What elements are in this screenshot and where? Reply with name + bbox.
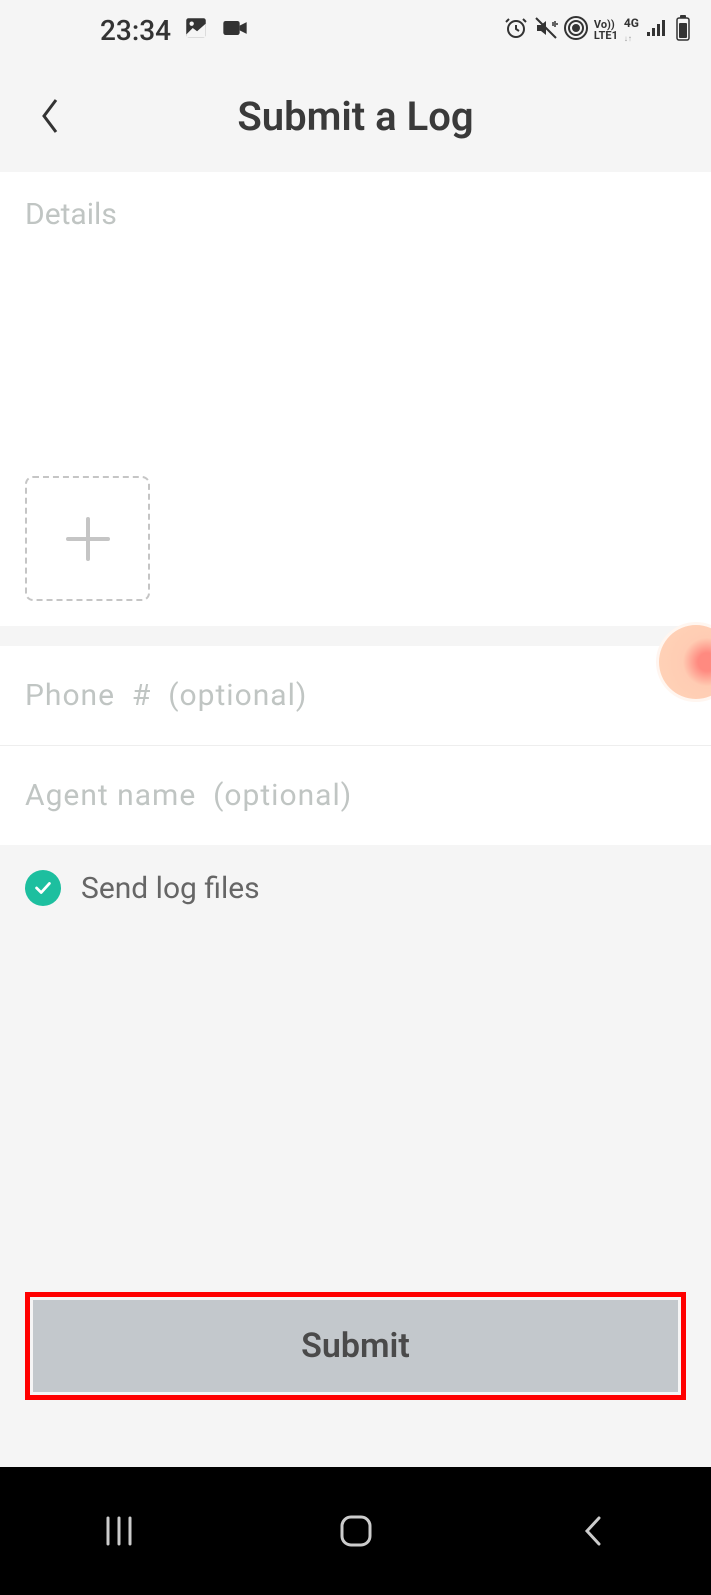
status-right: Vo))LTE1 4G↓↑ bbox=[504, 15, 691, 45]
video-icon bbox=[221, 15, 249, 45]
add-attachment-button[interactable] bbox=[25, 476, 150, 601]
section-divider bbox=[0, 626, 711, 646]
recents-button[interactable] bbox=[89, 1501, 149, 1561]
submit-button[interactable]: Submit bbox=[33, 1300, 678, 1392]
checkmark-icon bbox=[25, 870, 61, 906]
back-button[interactable] bbox=[30, 96, 70, 136]
send-logs-row[interactable]: Send log files bbox=[0, 845, 711, 931]
network-4g-icon: 4G↓↑ bbox=[624, 16, 639, 44]
image-icon bbox=[183, 15, 209, 45]
status-time: 23:34 bbox=[100, 14, 171, 47]
status-bar: 23:34 Vo))LTE1 4G↓↑ bbox=[0, 0, 711, 60]
lte-indicator: Vo))LTE1 bbox=[594, 19, 618, 41]
submit-container: Submit bbox=[0, 1292, 711, 1400]
status-left: 23:34 bbox=[100, 14, 249, 47]
app-header: Submit a Log bbox=[0, 60, 711, 172]
mute-vibrate-icon bbox=[534, 16, 558, 44]
home-button[interactable] bbox=[326, 1501, 386, 1561]
phone-input[interactable] bbox=[0, 646, 711, 746]
submit-highlight: Submit bbox=[25, 1292, 686, 1400]
send-logs-label: Send log files bbox=[81, 871, 260, 906]
agent-name-input[interactable] bbox=[0, 746, 711, 845]
details-input[interactable] bbox=[25, 197, 686, 467]
nav-back-button[interactable] bbox=[563, 1501, 623, 1561]
signal-icon bbox=[645, 18, 669, 42]
android-nav-bar bbox=[0, 1467, 711, 1595]
page-title: Submit a Log bbox=[70, 93, 641, 140]
hotspot-icon bbox=[564, 16, 588, 44]
battery-icon bbox=[675, 15, 691, 45]
alarm-icon bbox=[504, 16, 528, 44]
input-section bbox=[0, 646, 711, 845]
details-section bbox=[0, 172, 711, 626]
